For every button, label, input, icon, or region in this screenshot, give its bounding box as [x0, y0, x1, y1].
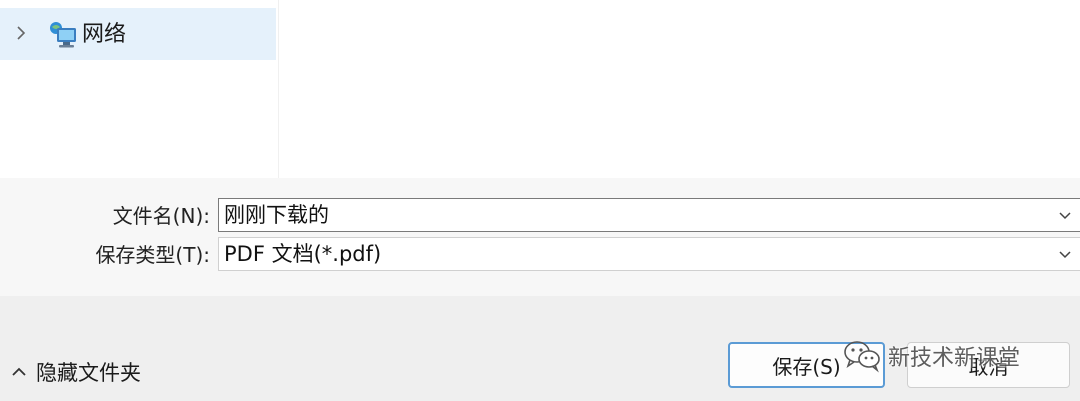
filename-field[interactable]: 刚刚下载的 [218, 198, 1080, 232]
navigation-pane: 网络 [0, 0, 279, 178]
nav-item-network[interactable]: 网络 [0, 8, 276, 60]
chevron-down-icon[interactable] [1055, 240, 1075, 268]
network-icon [48, 20, 78, 50]
nav-item-label: 网络 [82, 22, 127, 47]
hide-folders-label: 隐藏文件夹 [36, 361, 141, 385]
save-button[interactable]: 保存(S) [728, 342, 885, 388]
chevron-right-icon[interactable] [14, 23, 28, 43]
cancel-button[interactable]: 取消 [907, 342, 1070, 388]
chevron-down-icon[interactable] [1055, 201, 1075, 229]
filetype-select[interactable]: PDF 文档(*.pdf) [218, 237, 1080, 271]
filename-label: 文件名(N): [112, 204, 210, 228]
hide-folders-toggle[interactable]: 隐藏文件夹 [10, 358, 141, 386]
filetype-label: 保存类型(T): [95, 243, 210, 267]
chevron-up-icon [10, 363, 28, 381]
filetype-value[interactable]: PDF 文档(*.pdf) [224, 241, 381, 267]
filename-value[interactable]: 刚刚下载的 [224, 202, 329, 228]
